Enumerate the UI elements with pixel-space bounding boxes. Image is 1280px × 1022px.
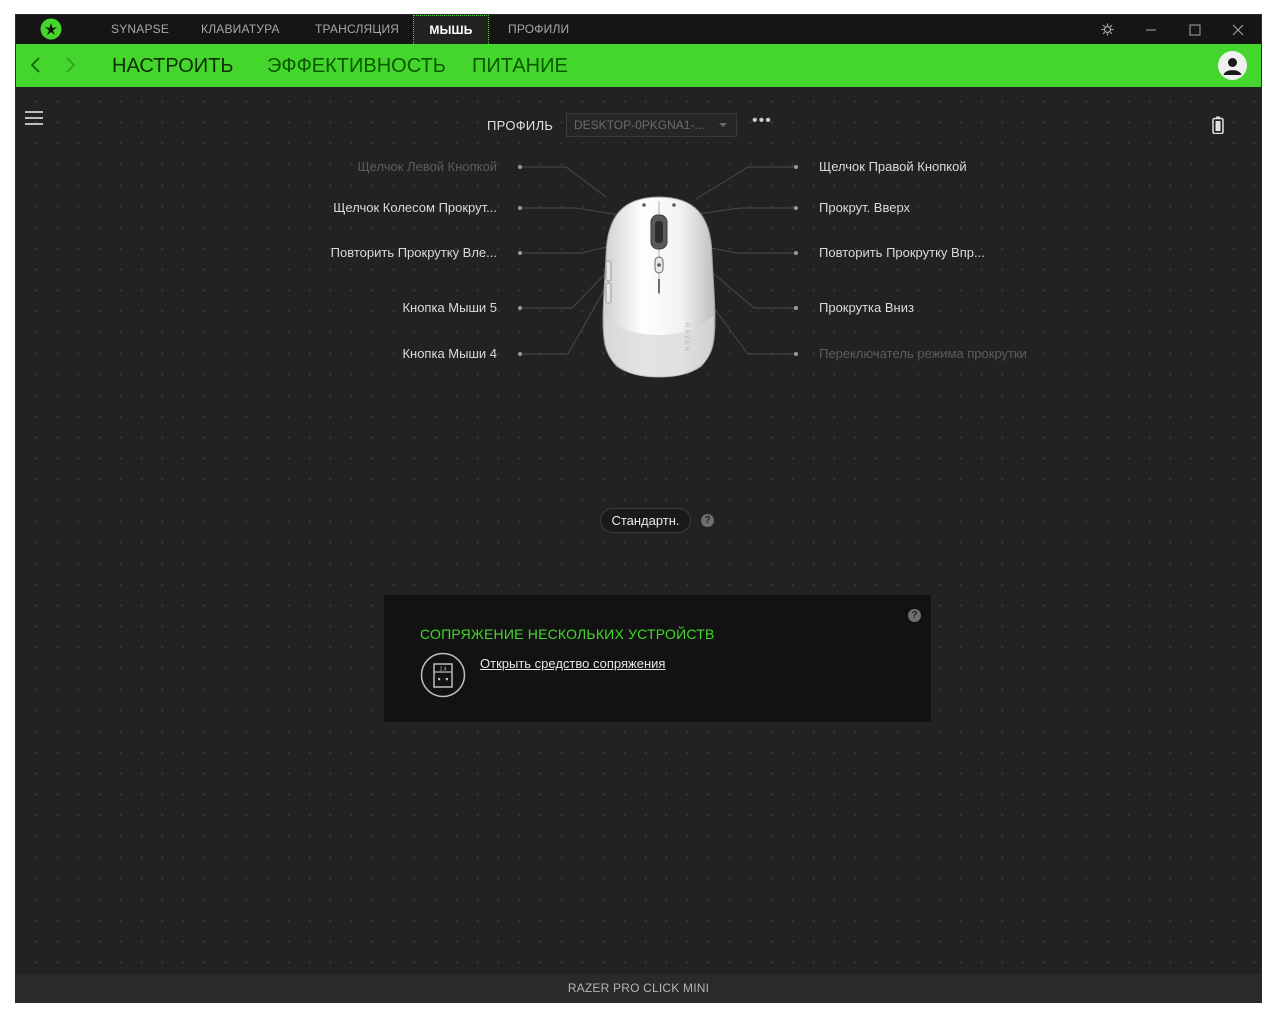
forward-arrow-icon[interactable] — [60, 55, 80, 75]
button-scroll-right-label[interactable]: Повторить Прокрутку Впр... — [819, 245, 985, 260]
button-scroll-down-label[interactable]: Прокрутка Вниз — [819, 300, 914, 315]
user-icon — [1223, 58, 1242, 75]
button-scroll-mode-label[interactable]: Переключатель режима прокрутки — [819, 346, 1027, 361]
razer-logo-icon[interactable] — [40, 18, 62, 40]
settings-icon[interactable] — [1092, 15, 1122, 44]
button-right-click-label[interactable]: Щелчок Правой Кнопкой — [819, 159, 967, 174]
customize-panel: ПРОФИЛЬ DESKTOP-0PKGNA1-... ••• RAZER Ще… — [16, 87, 1261, 974]
multi-device-pairing-panel: СОПРЯЖЕНИЕ НЕСКОЛЬКИХ УСТРОЙСТВ ? 2.4 От… — [384, 595, 931, 722]
pairing-help-icon[interactable]: ? — [908, 609, 921, 622]
button-scroll-up-label[interactable]: Прокрут. Вверх — [819, 200, 910, 215]
title-bar: SYNAPSE КЛАВИАТУРА ТРАНСЛЯЦИЯ МЫШЬ ПРОФИ… — [16, 15, 1261, 44]
tab-broadcast[interactable]: ТРАНСЛЯЦИЯ — [315, 15, 399, 44]
mouse-image: RAZER — [602, 196, 716, 378]
pairing-icon-text: 2.4 — [440, 667, 447, 673]
minimize-icon[interactable] — [1136, 15, 1166, 44]
user-avatar[interactable] — [1218, 51, 1247, 80]
button-mouse4-label[interactable]: Кнопка Мыши 4 — [402, 346, 497, 361]
maximize-icon[interactable] — [1180, 15, 1210, 44]
pairing-title: СОПРЯЖЕНИЕ НЕСКОЛЬКИХ УСТРОЙСТВ — [420, 626, 715, 642]
synapse-window: SYNAPSE КЛАВИАТУРА ТРАНСЛЯЦИЯ МЫШЬ ПРОФИ… — [16, 15, 1261, 1002]
tab-mouse[interactable]: МЫШЬ — [413, 15, 489, 44]
open-pairing-tool-link[interactable]: Открыть средство сопряжения — [480, 656, 665, 671]
tab-customize[interactable]: НАСТРОИТЬ — [112, 44, 234, 87]
back-arrow-icon[interactable] — [26, 55, 46, 75]
mode-help-icon[interactable]: ? — [701, 514, 714, 527]
mode-toggle-button[interactable]: Стандартн. — [600, 508, 691, 533]
tab-profiles[interactable]: ПРОФИЛИ — [508, 15, 569, 44]
button-mouse5-label[interactable]: Кнопка Мыши 5 — [402, 300, 497, 315]
close-icon[interactable] — [1223, 15, 1253, 44]
button-wheel-click-label[interactable]: Щелчок Колесом Прокрут... — [333, 200, 497, 215]
device-name-footer: RAZER PRO CLICK MINI — [16, 974, 1261, 1002]
svg-text:RAZER: RAZER — [683, 323, 689, 353]
tab-synapse[interactable]: SYNAPSE — [111, 15, 169, 44]
button-scroll-left-label[interactable]: Повторить Прокрутку Вле... — [331, 245, 497, 260]
tab-performance[interactable]: ЭФФЕКТИВНОСТЬ — [267, 44, 446, 87]
pairing-dongle-icon: 2.4 — [420, 652, 466, 698]
sub-navigation: НАСТРОИТЬ ЭФФЕКТИВНОСТЬ ПИТАНИЕ — [16, 44, 1261, 87]
button-left-click-label[interactable]: Щелчок Левой Кнопкой — [357, 159, 497, 174]
tab-power[interactable]: ПИТАНИЕ — [472, 44, 568, 87]
tab-keyboard[interactable]: КЛАВИАТУРА — [201, 15, 280, 44]
